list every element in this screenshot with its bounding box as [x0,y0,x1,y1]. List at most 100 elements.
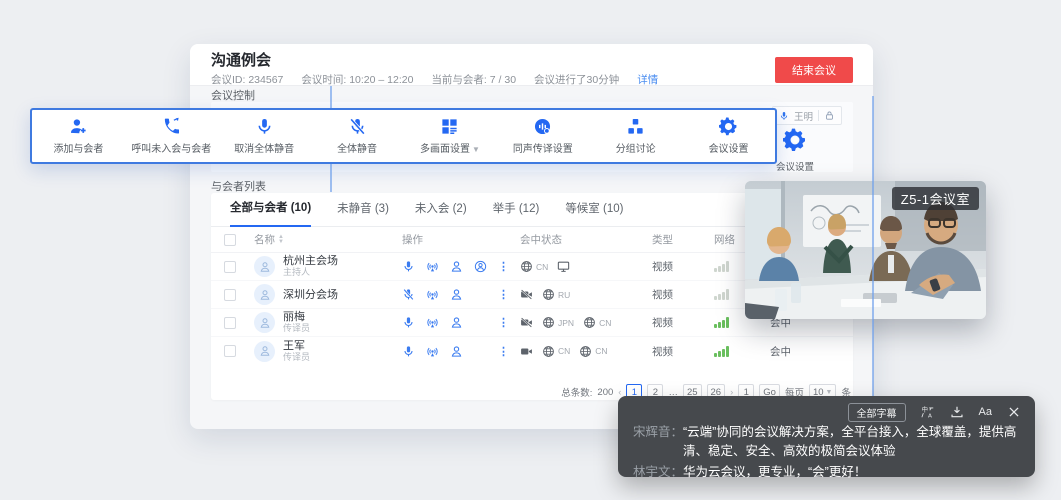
interpretation-settings-button[interactable]: 同声传译设置 [496,117,589,155]
callout-line [330,164,332,192]
participant-type: 视频 [652,289,673,301]
meeting-control-popover: 添加与会者 呼叫未入会与会者 取消全体静音 全体静音 多画面设置 ▼ 同声传译设置… [30,108,777,164]
multi-picture-settings-button[interactable]: 多画面设置 ▼ [404,117,497,155]
language-globe-icon [543,289,554,300]
elapsed-time: 会议进行了30分钟 [534,74,620,86]
avatar [254,284,275,305]
attendee-count: 当前与会者: 7 / 30 [431,74,517,86]
download-icon[interactable] [950,405,964,419]
select-all-checkbox[interactable] [224,233,236,246]
tab-not-joined[interactable]: 未入会 (2) [415,200,467,226]
language-globe-icon [580,345,592,357]
video-feed[interactable]: Z5-1会议室 [745,181,986,319]
all-subtitles-button[interactable]: 全部字幕 [847,402,906,422]
more-actions-icon[interactable]: ⋮ [498,288,514,301]
tab-waiting-room[interactable]: 等候室 (10) [565,200,623,226]
camera-off-icon [520,317,533,328]
participant-role: 传译员 [283,351,311,362]
table-row: 王军 传译员 ⋮ CN CN 视频 会中 [211,337,853,365]
participant-info: 会中 [770,345,791,358]
subtitle-controls: 全部字幕 Aa [633,402,1021,422]
meeting-title: 沟通例会 [211,52,272,69]
tab-hands-raised[interactable]: 举手 (12) [493,200,540,226]
more-actions-icon[interactable]: ⋮ [498,316,514,329]
mute-icon[interactable] [402,316,415,329]
mic-muted-icon [349,117,365,136]
row-checkbox[interactable] [224,345,236,357]
tab-all-participants[interactable]: 全部与会者 (10) [230,199,312,227]
set-host-icon[interactable] [450,260,463,273]
participant-role: 主持人 [283,267,311,277]
col-type: 类型 [652,234,673,246]
chevron-down-icon: ▼ [471,145,480,154]
meeting-settings-button[interactable]: 会议设置 [682,117,775,155]
interpretation-icon [534,118,552,135]
camera-off-icon [520,289,533,300]
screen: 沟通例会 会议ID: 234567 会议时间: 10:20 – 12:20 当前… [0,0,1061,500]
call-not-joined-button[interactable]: 呼叫未入会与会者 [125,117,218,155]
meeting-id: 会议ID: 234567 [211,74,284,86]
speaker-name: 林宇文： [633,465,684,479]
set-host-icon[interactable] [450,288,463,301]
avatar [254,312,275,333]
detail-link[interactable]: 详情 [637,72,658,87]
callout-line [872,96,874,430]
language-code: CN [536,261,549,272]
set-host-icon[interactable] [450,316,463,329]
prev-page-icon[interactable]: ‹ [618,387,621,398]
font-size-button[interactable]: Aa [979,405,992,419]
phone-call-icon [164,117,180,135]
lock-icon[interactable] [824,110,835,121]
call-participant-icon[interactable] [474,260,487,273]
mute-icon[interactable] [402,260,415,273]
avatar [254,340,275,362]
participant-type: 视频 [652,261,673,273]
divider [818,110,819,121]
signal-broadcast-icon[interactable] [426,345,439,358]
more-actions-icon[interactable]: ⋮ [498,260,514,273]
translate-icon[interactable] [920,405,935,419]
gear-icon [719,117,737,136]
participants-section-label: 与会者列表 [211,181,266,193]
signal-broadcast-icon[interactable] [426,288,439,301]
signal-broadcast-icon[interactable] [426,316,439,329]
add-participant-button[interactable]: 添加与会者 [32,117,125,155]
participant-type: 视频 [652,345,673,358]
row-checkbox[interactable] [224,316,236,329]
subtitle-line: 林宇文： 华为云会议，更专业，“会”更好！ [633,463,1021,482]
row-checkbox[interactable] [224,288,236,301]
camera-on-icon [521,348,532,354]
unmute-all-button[interactable]: 取消全体静音 [218,117,311,155]
person-add-icon [70,118,87,135]
sort-icon[interactable]: ▲ ▼ [278,234,284,245]
speaker-name: 宋辉音： [633,425,684,439]
participant-name: 王军 [283,339,305,352]
meeting-time: 会议时间: 10:20 – 12:20 [301,74,414,86]
subtitle-line: 宋辉音： “云端”协同的会议解决方案，全平台接入，全球覆盖，提供高清、稳定、安全… [633,423,1021,461]
mute-icon[interactable] [402,345,415,358]
window-header: 沟通例会 会议ID: 234567 会议时间: 10:20 – 12:20 当前… [190,44,873,86]
screen-share-icon [558,261,570,272]
language-code: CN [558,346,571,356]
total-count-label: 总条数: [561,388,593,399]
breakout-discussion-button[interactable]: 分组讨论 [589,117,682,155]
signal-broadcast-icon[interactable] [426,260,439,273]
tab-unmuted[interactable]: 未静音 (3) [337,200,389,226]
end-meeting-button[interactable]: 结束会议 [775,57,853,83]
subtitle-text: 华为云会议，更专业，“会”更好！ [683,465,867,479]
language-code: JPN [558,317,575,328]
mute-all-button[interactable]: 全体静音 [311,117,404,155]
language-globe-icon [584,317,595,328]
row-checkbox[interactable] [224,260,236,273]
language-code: CN [599,317,612,328]
control-section-label: 会议控制 [211,90,255,102]
active-speaker-name: 王明 [793,111,813,123]
participant-type: 视频 [652,317,673,329]
subtitle-bar: 全部字幕 Aa 宋辉音： “云端”协同的会议解决方案，全平台接入，全球覆盖，提供… [618,396,1035,479]
more-actions-icon[interactable]: ⋮ [498,345,514,358]
grid-layout-icon [442,118,458,135]
mute-icon[interactable] [402,288,415,301]
language-code: CN [595,346,608,356]
close-icon[interactable] [1007,405,1021,419]
set-host-icon[interactable] [450,345,463,358]
